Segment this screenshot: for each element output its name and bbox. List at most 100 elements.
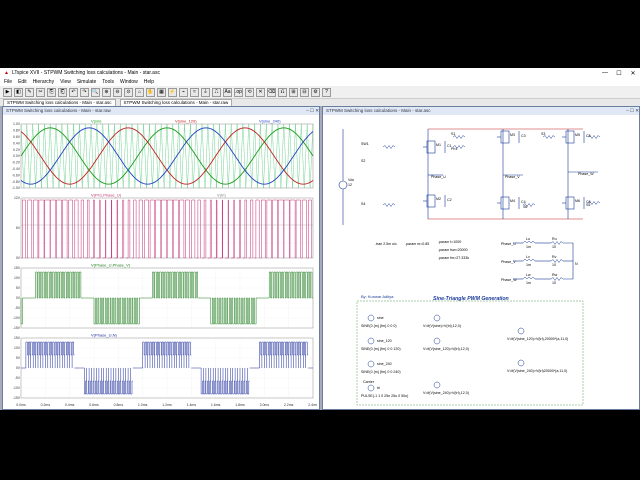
toolbar-button-19[interactable]: ⎍ — [212, 87, 221, 97]
toolbar-button-29[interactable]: ? — [322, 87, 331, 97]
toolbar-button-11[interactable]: ⊙ — [124, 87, 133, 97]
menu-view[interactable]: View — [60, 79, 71, 85]
toolbar-button-21[interactable]: .op — [234, 87, 243, 97]
menu-edit[interactable]: Edit — [18, 79, 27, 85]
voltage-source-symbol[interactable] — [367, 337, 375, 345]
behavioral-expression: V=if(V(sine_120)>V(tri),20000*(a,11,0) — [507, 337, 568, 341]
inductor-symbol[interactable] — [522, 241, 536, 244]
voltage-source-symbol[interactable] — [367, 384, 375, 392]
y-tick-label: 10V — [14, 276, 21, 280]
mosfet-symbol[interactable] — [500, 130, 510, 144]
menu-window[interactable]: Window — [120, 79, 138, 85]
toolbar-button-25[interactable]: ⎌ — [278, 87, 287, 97]
maximize-button[interactable]: ☐ — [612, 70, 626, 77]
trace-label[interactable]: V(sin) — [91, 119, 102, 124]
behavioral-source-symbol[interactable] — [517, 327, 525, 335]
toolbar-button-3[interactable]: ✂ — [36, 87, 45, 97]
menu-tools[interactable]: Tools — [102, 79, 114, 85]
source-value: SINE(0 {m} {fm} 0 0 0) — [361, 324, 397, 328]
y-tick-label: -5V — [15, 306, 21, 310]
mosfet-symbol[interactable] — [565, 130, 575, 144]
net-label: Phase_W — [501, 278, 517, 282]
x-tick-label: 2.0ms — [260, 403, 270, 407]
toolbar-button-16[interactable]: ⌁ — [179, 87, 188, 97]
mosfet-symbol[interactable] — [565, 196, 575, 210]
x-tick-label: 0.0ms — [16, 403, 26, 407]
toolbar-button-8[interactable]: 🔍 — [91, 87, 100, 97]
toolbar-button-4[interactable]: ⎘ — [47, 87, 56, 97]
toolbar-button-18[interactable]: ⏚ — [201, 87, 210, 97]
inductor-symbol[interactable] — [522, 277, 536, 280]
resistor-symbol[interactable] — [382, 203, 396, 207]
trace-label[interactable]: V(Ph1,Phase_U) — [91, 193, 122, 198]
toolbar-button-14[interactable]: ▦ — [157, 87, 166, 97]
y-tick-label: 15V — [14, 266, 21, 270]
toolbar-button-7[interactable]: ↷ — [80, 87, 89, 97]
section-heading: Sine-Triangle PWM Generation — [433, 296, 509, 302]
vdc-label: Vdc — [348, 178, 354, 182]
toolbar-button-24[interactable]: ⌫ — [267, 87, 276, 97]
toolbar-button-13[interactable]: ✋ — [146, 87, 155, 97]
menu-hierarchy[interactable]: Hierarchy — [33, 79, 54, 85]
behavioral-source-symbol[interactable] — [517, 359, 525, 367]
behavioral-source-symbol[interactable] — [433, 337, 441, 345]
toolbar-button-15[interactable]: ⚡ — [168, 87, 177, 97]
toolbar-button-0[interactable]: ▶ — [3, 87, 12, 97]
inductor-label: Lv — [526, 255, 530, 259]
toolbar-button-6[interactable]: ↶ — [69, 87, 78, 97]
resistor-label: Rv — [552, 255, 557, 259]
menu-bar: File Edit Hierarchy View Simulate Tools Window… — [0, 78, 640, 86]
menu-file[interactable]: File — [4, 79, 12, 85]
capacitor-label: C3 — [521, 134, 526, 138]
trace-label[interactable]: V(tri) — [217, 193, 226, 198]
behavioral-source-symbol[interactable] — [433, 314, 441, 322]
toolbar-button-12[interactable]: ⌂ — [135, 87, 144, 97]
waveform-window[interactable]: STPWM Switching loss calculations - Main… — [2, 106, 320, 410]
behavioral-source-symbol[interactable] — [433, 381, 441, 389]
toolbar-button-28[interactable]: ⚙ — [311, 87, 320, 97]
inductor-symbol[interactable] — [522, 259, 536, 262]
toolbar-button-17[interactable]: ≈ — [190, 87, 199, 97]
toolbar-button-26[interactable]: ⊞ — [289, 87, 298, 97]
toolbar-button-20[interactable]: Aa — [223, 87, 232, 97]
trace-label[interactable]: V(Phase_U,N) — [91, 333, 117, 338]
y-tick-label: 0V — [16, 366, 21, 370]
mosfet-symbol[interactable] — [500, 196, 510, 210]
toolbar-button-22[interactable]: ⟲ — [245, 87, 254, 97]
toolbar-button-27[interactable]: ⊟ — [300, 87, 309, 97]
x-tick-label: 0.8ms — [114, 403, 124, 407]
ltspice-app: ▲ LTspice XVII - STPWM Switching loss ca… — [0, 68, 640, 410]
minimize-button[interactable]: — — [598, 70, 612, 76]
net-label: Phase_V — [501, 260, 516, 264]
schematic-window[interactable]: STPWM Switching loss calculations - Main… — [322, 106, 640, 410]
y-tick-label: -0.8V — [12, 180, 21, 184]
close-button[interactable]: ✕ — [626, 70, 640, 77]
trace-label[interactable]: V(sine_120) — [175, 119, 197, 124]
window-controls[interactable]: – ☐ ✕ — [626, 107, 639, 115]
voltage-source-symbol[interactable] — [367, 360, 375, 368]
y-tick-label: -0.4V — [12, 167, 21, 171]
toolbar-button-23[interactable]: ✕ — [256, 87, 265, 97]
y-tick-label: 0.6V — [13, 135, 21, 139]
toolbar-button-10[interactable]: ⊖ — [113, 87, 122, 97]
resistor-symbol[interactable] — [382, 145, 396, 149]
voltage-source-symbol[interactable] — [367, 314, 375, 322]
mdi-area: STPWM Switching loss calculations - Main… — [0, 106, 640, 410]
y-tick-label: 0V — [16, 296, 21, 300]
y-tick-label: 5V — [16, 356, 21, 360]
window-controls[interactable]: – ☐ ✕ — [306, 107, 319, 115]
toolbar-button-9[interactable]: ⊕ — [102, 87, 111, 97]
schematic-canvas[interactable]: M1 C1M3 C3 M5 C5M2 C2 M4 C4 M6 C6S1Ph1SW1S2S4S6 S5… — [323, 115, 639, 409]
menu-simulate[interactable]: Simulate — [77, 79, 96, 85]
resistor-label: Rw — [552, 273, 558, 277]
toolbar-button-1[interactable]: ◧ — [14, 87, 23, 97]
waveform-plot[interactable]: 1.0V 0.8V 0.6V 0.4V 0.2V 0.0V -0.2V -0.4V -0.6V -… — [3, 116, 317, 408]
net-label: sine_120 — [377, 339, 392, 343]
trace-label[interactable]: V(Phase_U,Phase_V) — [91, 263, 131, 268]
toolbar-button-2[interactable]: ✎ — [25, 87, 34, 97]
dc-source-symbol[interactable] — [338, 180, 348, 190]
behavioral-expression: V=if(V(sine_120)>V(tri),12,0) — [423, 347, 469, 351]
trace-label[interactable]: V(sine_240) — [259, 119, 281, 124]
toolbar-button-5[interactable]: ⎗ — [58, 87, 67, 97]
menu-help[interactable]: Help — [144, 79, 154, 85]
